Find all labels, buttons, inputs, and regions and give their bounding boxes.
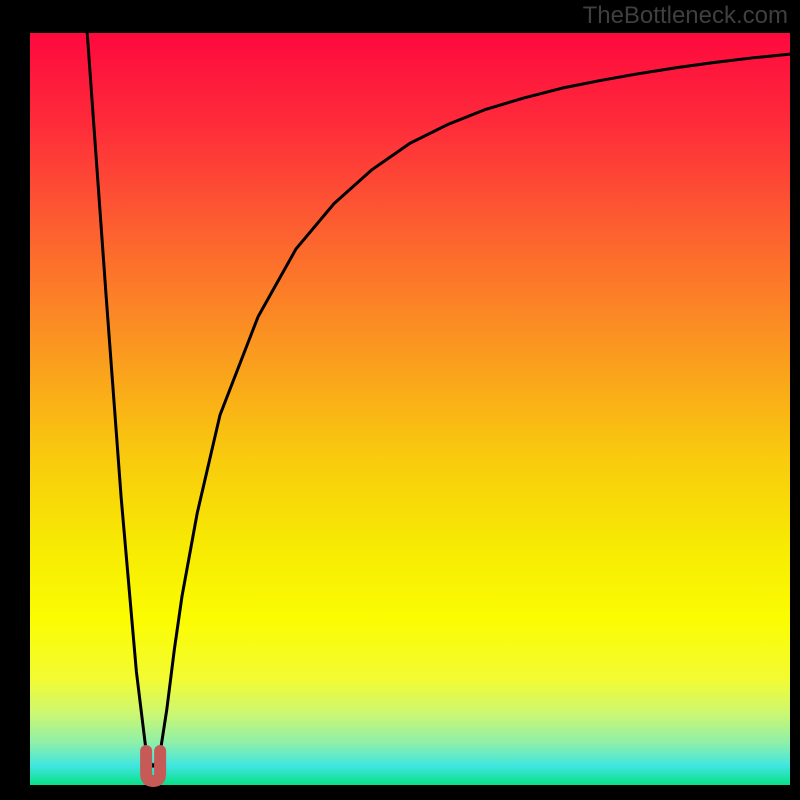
bottleneck-chart [0, 0, 800, 800]
watermark-text: TheBottleneck.com [583, 2, 788, 30]
chart-frame: TheBottleneck.com [0, 0, 800, 800]
plot-gradient-background [30, 33, 790, 785]
